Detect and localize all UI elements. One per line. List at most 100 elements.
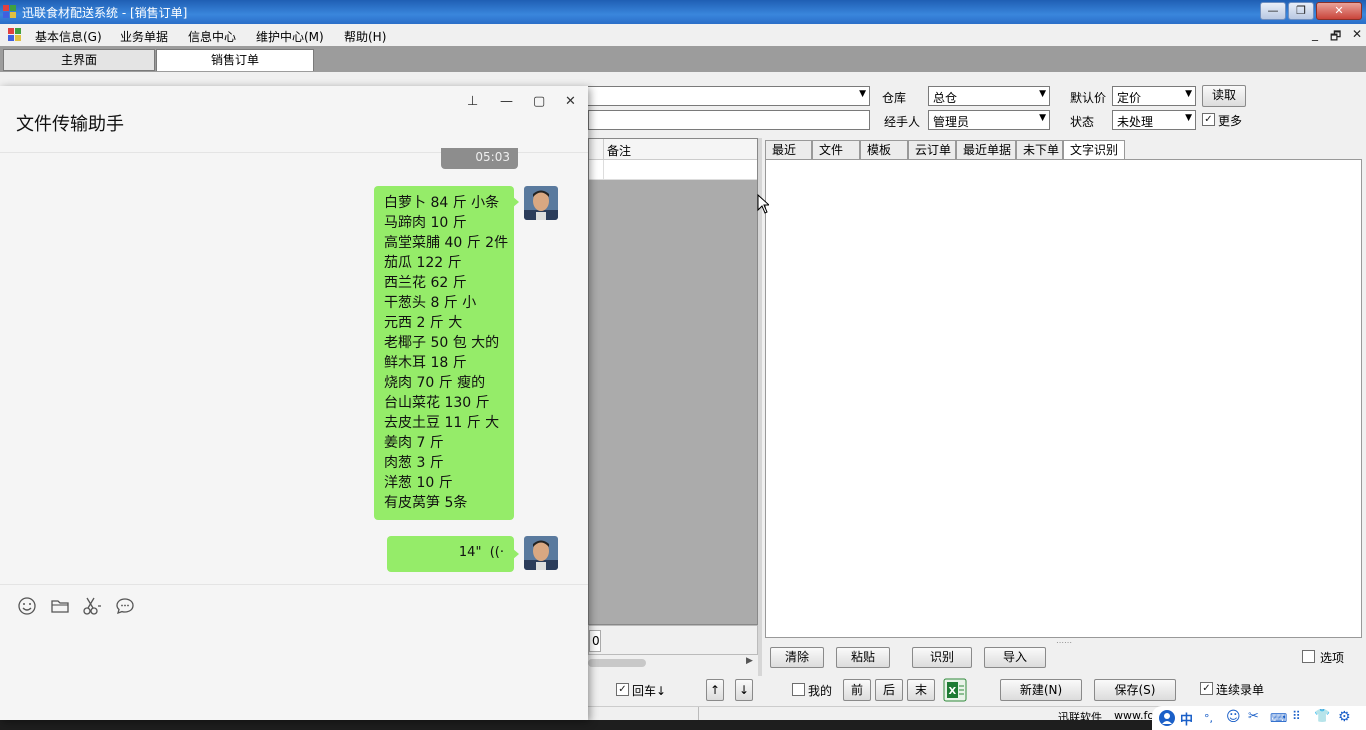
punctuation-icon[interactable]: °, [1204,712,1213,725]
mdi-close-button[interactable]: ✕ [1352,27,1362,41]
grid-header-remarks[interactable]: 备注 [607,142,631,159]
tab-main[interactable]: 主界面 [3,49,155,71]
move-down-button[interactable]: ↓ [735,679,753,701]
mine-label: 我的 [808,684,833,698]
emoji-tray-icon[interactable]: ☺ [1226,709,1241,725]
tab-template[interactable]: 模板 [860,140,908,160]
more-checkbox[interactable]: ✓ [1202,113,1215,126]
status-select[interactable]: 未处理 ▼ [1112,110,1196,130]
grid-tray-icon[interactable]: ⠿ [1292,709,1301,723]
tab-recent-docs[interactable]: 最近单据 [956,140,1016,160]
window-title: 迅联食材配送系统 - [销售订单] [22,6,188,20]
table-row[interactable] [589,160,757,180]
recognize-button[interactable]: 识别 [912,647,972,668]
scissors-icon[interactable] [82,596,102,616]
message-line: 茄瓜 122 斤 [384,255,462,271]
ime-toolbar: 中 °, ☺ ✂ ⌨ ⠿ 👕 ⚙ [1152,706,1366,730]
app-icon [3,5,17,19]
message-line: 元西 2 斤 大 [384,315,463,331]
voice-wave-icon: ((· [485,545,504,560]
move-up-button[interactable]: ↑ [706,679,724,701]
avatar[interactable] [524,536,558,570]
message-text: 白萝卜 84 斤 小条 马蹄肉 10 斤高堂菜脯 40 斤 2件 茄瓜 122 斤西… [384,193,514,513]
resize-grip-icon[interactable]: ⋯⋯ [1056,638,1072,647]
enter-down-checkbox[interactable]: ✓ [616,683,629,696]
import-button[interactable]: 导入 [984,647,1046,668]
keyboard-icon[interactable]: ⌨ [1270,711,1287,725]
warehouse-select[interactable]: 总仓 ▼ [928,86,1050,106]
new-button[interactable]: 新建(N) [1000,679,1082,701]
recognition-text-area[interactable] [765,159,1362,638]
menu-help[interactable]: 帮助(H) [344,28,386,45]
mdi-app-icon [8,28,22,45]
last-button[interactable]: 末 [907,679,935,701]
scroll-right-icon[interactable]: ▶ [746,656,753,666]
options-checkbox[interactable] [1302,650,1315,663]
chat-maximize-icon[interactable]: ▢ [533,94,545,109]
user-icon[interactable] [1158,709,1176,730]
default-price-label: 默认价 [1070,91,1107,105]
status-value: 未处理 [1117,115,1154,129]
avatar[interactable] [524,186,558,220]
shirt-icon[interactable]: 👕 [1314,709,1330,724]
prev-button[interactable]: 前 [843,679,871,701]
default-price-select[interactable]: 定价 ▼ [1112,86,1196,106]
earlier-voice-message[interactable]: 05:03 [441,148,518,169]
pin-icon[interactable]: ⊥ [467,94,478,109]
mdi-restore-button[interactable]: 🗗 [1330,27,1341,48]
mouse-cursor-icon [757,193,771,217]
address-input[interactable] [588,110,870,130]
chat-title: 文件传输助手 [16,114,124,135]
chat-input-divider [0,584,588,585]
warehouse-label: 仓库 [882,91,907,105]
scrollbar-thumb[interactable] [588,659,646,667]
ime-mode-label[interactable]: 中 [1180,709,1193,728]
message-line: 台山菜花 130 斤 [384,395,490,411]
more-label: 更多 [1218,114,1243,128]
tab-recent[interactable]: 最近 [765,140,812,160]
menu-info-center[interactable]: 信息中心 [188,28,236,45]
folder-icon[interactable] [50,596,70,616]
menu-basic-info[interactable]: 基本信息(G) [35,28,102,45]
maximize-button[interactable]: ❐ [1288,2,1314,20]
settings-gear-icon[interactable]: ⚙ [1338,709,1351,725]
tab-file[interactable]: 文件 [812,140,860,160]
save-button[interactable]: 保存(S) [1094,679,1176,701]
svg-text:X: X [949,686,957,697]
tools-icon[interactable]: ✂ [1248,709,1259,724]
close-button[interactable]: ✕ [1316,2,1362,20]
excel-export-icon[interactable]: X [943,678,967,702]
message-line: 去皮土豆 11 斤 大 [384,415,500,431]
chat-minimize-icon[interactable]: — [500,94,513,109]
voice-bubble-tail [512,548,519,560]
chat-close-icon[interactable]: ✕ [565,94,576,109]
menu-business-docs[interactable]: 业务单据 [120,28,168,45]
continuous-entry-checkbox[interactable]: ✓ [1200,682,1213,695]
handler-select[interactable]: 管理员 ▼ [928,110,1050,130]
message-line: 有皮莴笋 5条 [384,495,468,511]
menu-maintenance[interactable]: 维护中心(M) [256,28,324,45]
minimize-button[interactable]: — [1260,2,1286,20]
paste-button[interactable]: 粘贴 [836,647,890,668]
tab-text-recognition[interactable]: 文字识别 [1063,140,1125,161]
tab-not-ordered[interactable]: 未下单 [1016,140,1063,160]
voice-duration: 14" [458,545,482,560]
next-button[interactable]: 后 [875,679,903,701]
mdi-minimize-button[interactable]: _ [1312,27,1318,41]
order-items-grid[interactable] [588,138,758,625]
message-line: 老椰子 50 包 大的 [384,335,500,351]
grid-hscrollbar[interactable]: ▶ [588,656,758,670]
chat-bubble-icon[interactable] [115,596,135,616]
voice-message[interactable]: 14" ((· [387,536,514,572]
tab-cloud-order[interactable]: 云订单 [908,140,956,160]
message-line: 洋葱 10 斤 [384,475,453,491]
message-line: 烧肉 70 斤 瘦的 [384,375,486,391]
read-button[interactable]: 读取 [1202,85,1246,107]
enter-down-label: 回车↓ [632,684,667,698]
title-bar: 迅联食材配送系统 - [销售订单] — ❐ ✕ [0,0,1366,24]
chat-message-bubble[interactable]: 白萝卜 84 斤 小条 马蹄肉 10 斤高堂菜脯 40 斤 2件 茄瓜 122 斤西… [374,186,514,520]
emoji-icon[interactable] [17,596,37,616]
mine-checkbox[interactable] [792,683,805,696]
clear-button[interactable]: 清除 [770,647,824,668]
tab-sales-order[interactable]: 销售订单 [156,49,314,71]
